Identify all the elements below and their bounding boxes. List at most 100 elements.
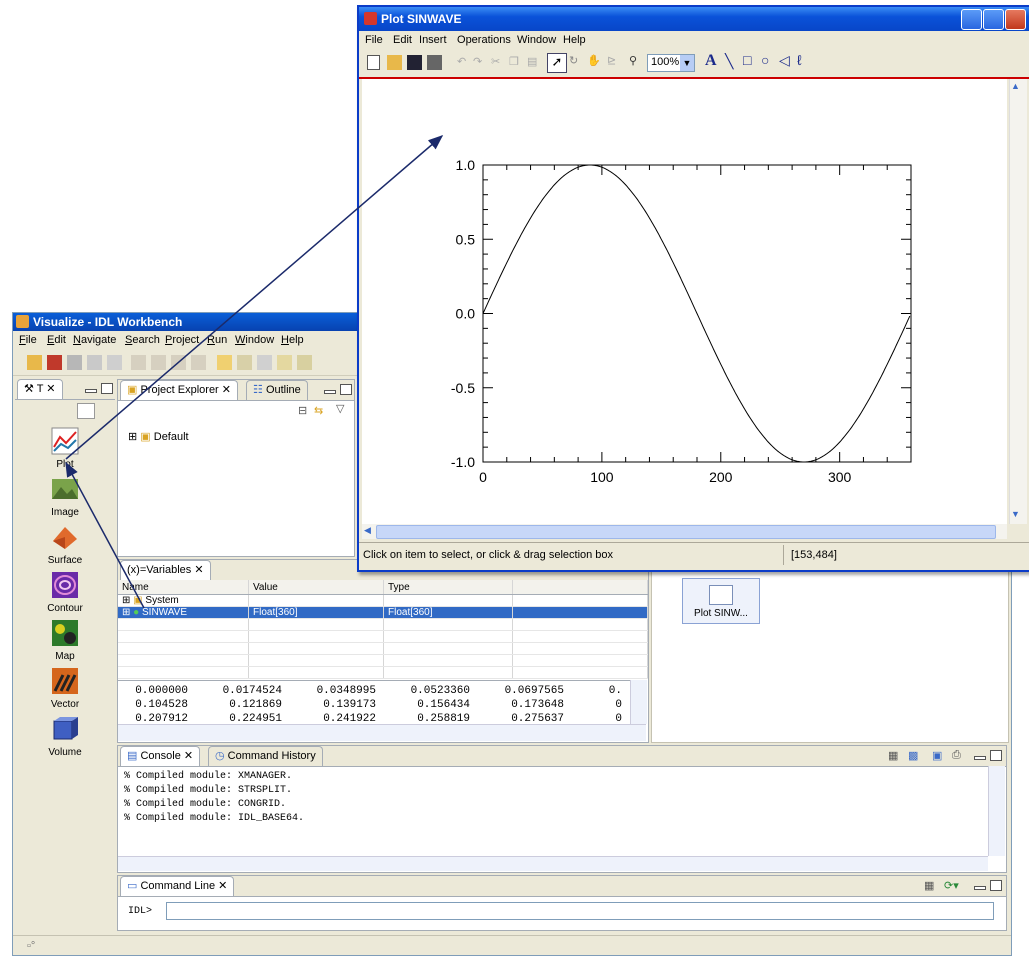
ellipse-tool-icon[interactable]: ○ bbox=[761, 52, 769, 68]
expand-icon[interactable]: ⊞ bbox=[128, 431, 137, 443]
redo-icon[interactable] bbox=[237, 355, 252, 370]
scroll-left-icon[interactable]: ◀ bbox=[364, 525, 371, 536]
maximize-icon[interactable] bbox=[340, 384, 352, 395]
tool-volume[interactable]: Volume bbox=[15, 715, 115, 758]
fast-view-icon[interactable]: ▫° bbox=[27, 940, 35, 952]
cut-icon[interactable]: ✂ bbox=[491, 55, 500, 68]
save-icon[interactable] bbox=[67, 355, 82, 370]
col-type[interactable]: Type bbox=[383, 580, 513, 595]
menu-edit[interactable]: Edit bbox=[393, 34, 412, 46]
menu-navigate[interactable]: Navigate bbox=[73, 334, 116, 346]
tool-image[interactable]: Image bbox=[15, 475, 115, 518]
redo-icon[interactable]: ↷ bbox=[473, 55, 482, 68]
menu-run[interactable]: Run bbox=[207, 334, 227, 346]
command-input[interactable] bbox=[166, 902, 994, 920]
plot-canvas[interactable]: 0 100 200 300 1.0 0.5 0.0 -0.5 -1.0 bbox=[362, 79, 1007, 524]
step-icon[interactable] bbox=[151, 355, 166, 370]
polygon-tool-icon[interactable]: ◁ bbox=[779, 52, 790, 69]
plot-horizontal-scrollbar[interactable]: ◀ bbox=[362, 524, 1007, 539]
tab-variables[interactable]: (x)=Variables ✕ bbox=[120, 560, 211, 580]
tool-surface[interactable]: Surface bbox=[15, 523, 115, 566]
console-output[interactable]: % Compiled module: XMANAGER. % Compiled … bbox=[124, 770, 304, 826]
freehand-tool-icon[interactable]: ℓ bbox=[797, 52, 802, 68]
tab-project-explorer[interactable]: ▣ Project Explorer ✕ bbox=[120, 380, 239, 400]
inspect-icon[interactable] bbox=[171, 355, 186, 370]
copy-icon[interactable] bbox=[277, 355, 292, 370]
tool-map[interactable]: Map bbox=[15, 619, 115, 662]
zoom-select[interactable]: 100% ▼ bbox=[647, 54, 695, 72]
undo-icon[interactable] bbox=[217, 355, 232, 370]
scroll-down-icon[interactable]: ▼ bbox=[1011, 509, 1020, 519]
paste-icon[interactable] bbox=[297, 355, 312, 370]
tab-outline[interactable]: ☷ Outline bbox=[246, 380, 308, 400]
table-row[interactable]: ⊞ ● SINWAVE Float[360] Float[360] bbox=[118, 606, 648, 619]
scroll-lock-icon[interactable]: ▩ bbox=[908, 749, 918, 762]
scroll-up-icon[interactable]: ▲ bbox=[1011, 81, 1020, 91]
col-value[interactable]: Value bbox=[248, 580, 384, 595]
save-icon[interactable] bbox=[407, 55, 422, 70]
menu-help[interactable]: Help bbox=[281, 334, 304, 346]
refresh-icon[interactable]: ⟳▾ bbox=[944, 879, 959, 892]
tree-item-default[interactable]: ⊞ ▣ Default bbox=[128, 430, 189, 443]
minimize-button[interactable] bbox=[961, 9, 982, 30]
menu-window[interactable]: Window bbox=[235, 334, 274, 346]
expand-icon[interactable]: ⊞ bbox=[122, 595, 130, 606]
cut-icon[interactable] bbox=[257, 355, 272, 370]
menu-file[interactable]: File bbox=[19, 334, 37, 346]
rectangle-tool-icon[interactable]: □ bbox=[743, 52, 751, 68]
new-file-icon[interactable] bbox=[47, 355, 62, 370]
select-arrow-icon[interactable]: ➚ bbox=[547, 53, 567, 73]
values-horizontal-scrollbar[interactable] bbox=[118, 724, 646, 741]
maximize-icon[interactable] bbox=[990, 880, 1002, 891]
link-editor-icon[interactable]: ⇆ bbox=[314, 404, 323, 417]
menu-edit[interactable]: Edit bbox=[47, 334, 66, 346]
menu-window[interactable]: Window bbox=[517, 34, 556, 46]
line-tool-icon[interactable]: ╲ bbox=[725, 53, 733, 70]
maximize-icon[interactable] bbox=[101, 383, 113, 394]
tool-contour[interactable]: Contour bbox=[15, 571, 115, 614]
menu-search[interactable]: Search bbox=[125, 334, 160, 346]
maximize-button[interactable] bbox=[983, 9, 1004, 30]
expand-icon[interactable]: ⊞ bbox=[122, 607, 130, 618]
open-icon[interactable] bbox=[387, 55, 402, 70]
minimize-icon[interactable] bbox=[85, 389, 97, 393]
undo-icon[interactable]: ↶ bbox=[457, 55, 466, 68]
pan-hand-icon[interactable]: ✋ bbox=[587, 54, 601, 67]
data-range-icon[interactable]: ⊵ bbox=[607, 54, 616, 67]
values-vertical-scrollbar[interactable] bbox=[630, 680, 647, 724]
visual-item-plot[interactable]: Plot SINW... bbox=[682, 578, 760, 624]
text-tool-icon[interactable]: A bbox=[705, 52, 717, 70]
col-name[interactable]: Name bbox=[118, 580, 249, 595]
print-icon[interactable] bbox=[107, 355, 122, 370]
tab-command-history[interactable]: ◷ Command History bbox=[208, 746, 323, 766]
menu-project[interactable]: Project bbox=[165, 334, 199, 346]
tool-plot[interactable]: Plot bbox=[15, 427, 115, 470]
table-row[interactable]: ⊞ ▣ System bbox=[118, 594, 648, 607]
copy-icon[interactable]: ❐ bbox=[509, 55, 519, 68]
view-menu-icon[interactable]: ▽ bbox=[336, 402, 344, 415]
open-icon[interactable] bbox=[27, 355, 42, 370]
plot-vertical-scrollbar[interactable]: ▲ ▼ bbox=[1009, 79, 1027, 524]
collapse-all-icon[interactable]: ⊟ bbox=[298, 404, 307, 417]
menu-help[interactable]: Help bbox=[563, 34, 586, 46]
close-button[interactable] bbox=[1005, 9, 1026, 30]
stack-icon[interactable] bbox=[191, 355, 206, 370]
print-console-icon[interactable]: ⎙ bbox=[952, 749, 961, 762]
tab-tools[interactable]: ⚒ T ✕ bbox=[17, 379, 63, 399]
menu-operations[interactable]: Operations bbox=[457, 34, 511, 46]
new-icon[interactable] bbox=[367, 55, 380, 70]
view-menu-icon[interactable] bbox=[77, 403, 95, 419]
rotate-icon[interactable]: ↻ bbox=[569, 54, 578, 67]
save-all-icon[interactable] bbox=[87, 355, 102, 370]
menu-insert[interactable]: Insert bbox=[419, 34, 447, 46]
maximize-icon[interactable] bbox=[990, 750, 1002, 761]
console-horizontal-scrollbar[interactable] bbox=[118, 856, 988, 871]
variable-values-view[interactable]: 0.000000 0.0174524 0.0348995 0.0523360 0… bbox=[118, 680, 630, 725]
chevron-down-icon[interactable]: ▼ bbox=[680, 55, 694, 71]
scroll-thumb[interactable] bbox=[376, 525, 996, 539]
clear-console-icon[interactable]: ▦ bbox=[888, 749, 898, 762]
minimize-icon[interactable] bbox=[324, 390, 336, 394]
print-icon[interactable] bbox=[427, 55, 442, 70]
clear-command-icon[interactable]: ▦ bbox=[924, 879, 934, 892]
link-icon[interactable] bbox=[131, 355, 146, 370]
